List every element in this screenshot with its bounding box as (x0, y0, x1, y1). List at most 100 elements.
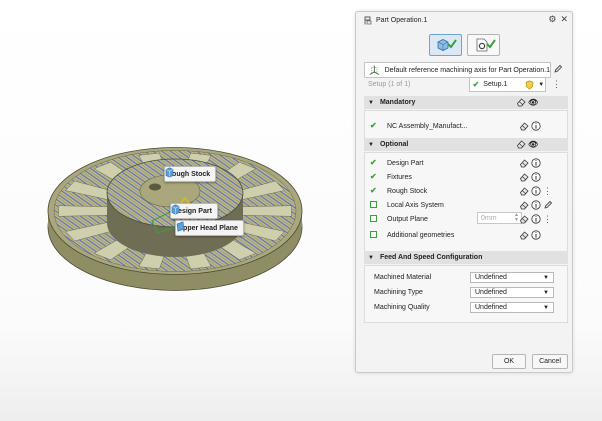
machined-material-value: Undefined (475, 274, 507, 281)
optional-item-additional-geometries[interactable]: Additional geometries (364, 228, 568, 242)
mandatory-item-label: NC Assembly_Manufact... (387, 122, 468, 130)
optional-item-label: Output Plane (387, 215, 428, 223)
gear-icon[interactable]: ⚙ (548, 15, 556, 24)
collapse-caret-icon: ▼ (368, 254, 374, 261)
eraser-icon[interactable] (519, 172, 529, 182)
eraser-icon[interactable] (519, 214, 529, 224)
upper-head-plane-label[interactable]: Upper Head Plane (175, 220, 244, 236)
optional-section-header[interactable]: ▼ Optional 👁 (364, 138, 568, 151)
design-part-cube-icon (171, 204, 180, 215)
machining-type-select[interactable]: Undefined ▼ (470, 287, 554, 298)
edit-pencil-icon[interactable] (553, 64, 563, 74)
eraser-icon[interactable] (519, 158, 529, 168)
feed-speed-title: Feed And Speed Configuration (379, 254, 483, 261)
upper-head-plane-text: Upper Head Plane (178, 224, 238, 232)
gear-tooth-slot (242, 205, 292, 217)
collapse-caret-icon: ▼ (368, 141, 374, 148)
eraser-icon[interactable] (519, 230, 529, 240)
feed-speed-section-header[interactable]: ▼ Feed And Speed Configuration (364, 251, 568, 264)
settings-mode-tab[interactable] (467, 34, 500, 56)
setup-more-icon[interactable]: ⋮ (552, 80, 561, 89)
status-done-icon: ✔ (370, 186, 377, 195)
status-done-icon: ✔ (370, 172, 377, 181)
gear-tooth-slot (58, 205, 108, 217)
machined-material-row: Machined Material Undefined ▼ (364, 271, 568, 284)
dialog-title: Part Operation.1 (376, 16, 428, 24)
part-operation-icon (364, 16, 372, 24)
machining-type-label: Machining Type (374, 289, 423, 296)
optional-item-output-plane[interactable]: Output Plane 0mm ▲ ▼ ⋮ (364, 212, 568, 226)
close-icon[interactable]: ✕ (560, 15, 568, 24)
eraser-icon[interactable] (516, 97, 526, 107)
machining-type-row: Machining Type Undefined ▼ (364, 286, 568, 299)
optional-item-label: Fixtures (387, 173, 412, 181)
center-hole (149, 183, 161, 191)
rough-stock-label[interactable]: Rough Stock (164, 166, 217, 182)
optional-item-rough-stock[interactable]: ✔ Rough Stock ⋮ (364, 184, 568, 198)
info-icon[interactable] (531, 172, 541, 182)
dialog-titlebar[interactable]: Part Operation.1 ⚙ ✕ (356, 12, 572, 28)
cancel-button[interactable]: Cancel (532, 354, 568, 369)
ok-button[interactable]: OK (492, 354, 526, 369)
collapse-caret-icon: ▼ (368, 99, 374, 106)
setup-count-label: Setup (1 of 1) (368, 81, 411, 88)
setup-dropdown-arrow-icon: ▼ (538, 81, 545, 88)
part-operation-mode-tab[interactable] (429, 34, 462, 56)
dropdown-arrow-icon: ▼ (543, 304, 549, 311)
optional-item-label: Local Axis System (387, 201, 444, 209)
optional-item-fixtures[interactable]: ✔ Fixtures (364, 170, 568, 184)
edit-pencil-icon[interactable] (543, 200, 553, 210)
eye-icon[interactable]: 👁 (528, 140, 538, 149)
axis-system-icon (369, 65, 380, 75)
machining-axis-field[interactable]: Default reference machining axis for Par… (364, 62, 551, 78)
info-icon[interactable] (531, 214, 541, 224)
eraser-icon[interactable] (519, 186, 529, 196)
machined-material-select[interactable]: Undefined ▼ (470, 272, 554, 283)
more-options-icon[interactable]: ⋮ (543, 214, 552, 224)
optional-item-local-axis-system[interactable]: Local Axis System (364, 198, 568, 212)
eye-icon[interactable]: 👁 (528, 98, 538, 107)
plane-icon (176, 221, 185, 232)
eraser-icon[interactable] (519, 200, 529, 210)
info-icon[interactable] (531, 200, 541, 210)
dropdown-arrow-icon: ▼ (543, 289, 549, 296)
status-done-icon: ✔ (370, 121, 377, 130)
info-icon[interactable] (531, 121, 541, 131)
dropdown-arrow-icon: ▼ (543, 274, 549, 281)
info-icon[interactable] (531, 230, 541, 240)
part-operation-dialog: Part Operation.1 ⚙ ✕ Default reference m… (355, 11, 573, 373)
output-plane-offset-input[interactable]: 0mm ▲ ▼ (477, 212, 522, 224)
output-plane-offset-placeholder: 0mm (481, 214, 497, 222)
setup-check-icon: ✔ (472, 80, 480, 89)
machining-quality-select[interactable]: Undefined ▼ (470, 302, 554, 313)
status-empty-icon (370, 230, 380, 240)
design-part-label[interactable]: Design Part (170, 203, 218, 219)
part-check-icon (437, 39, 457, 51)
machining-quality-label: Machining Quality (374, 304, 430, 311)
setup-select[interactable]: ✔ Setup.1 ▼ (468, 77, 546, 92)
3d-viewport[interactable]: Rough Stock Design Part Upper Head Plane (0, 0, 350, 421)
status-empty-icon (370, 214, 380, 224)
status-empty-icon (370, 200, 380, 210)
machining-quality-value: Undefined (475, 304, 507, 311)
setup-row: Setup (1 of 1) ✔ Setup.1 ▼ ⋮ (364, 77, 561, 92)
optional-item-design-part[interactable]: ✔ Design Part (364, 156, 568, 170)
machining-axis-text: Default reference machining axis for Par… (384, 66, 550, 74)
optional-item-label: Additional geometries (387, 231, 455, 239)
settings-check-icon (476, 38, 496, 52)
mandatory-title: Mandatory (379, 99, 416, 106)
machining-type-value: Undefined (475, 289, 507, 296)
info-icon[interactable] (531, 158, 541, 168)
mandatory-item-nc-assembly[interactable]: ✔ NC Assembly_Manufact... (364, 119, 568, 133)
optional-item-label: Rough Stock (387, 187, 428, 195)
rough-stock-cube-icon (165, 167, 174, 178)
mode-tabs (429, 34, 500, 56)
eraser-icon[interactable] (516, 139, 526, 149)
eraser-icon[interactable] (519, 121, 529, 131)
more-options-icon[interactable]: ⋮ (543, 186, 552, 196)
mandatory-section-header[interactable]: ▼ Mandatory 👁 (364, 96, 568, 109)
setup-value: Setup.1 (483, 81, 508, 88)
info-icon[interactable] (531, 186, 541, 196)
status-done-icon: ✔ (370, 158, 377, 167)
optional-title: Optional (379, 141, 409, 148)
